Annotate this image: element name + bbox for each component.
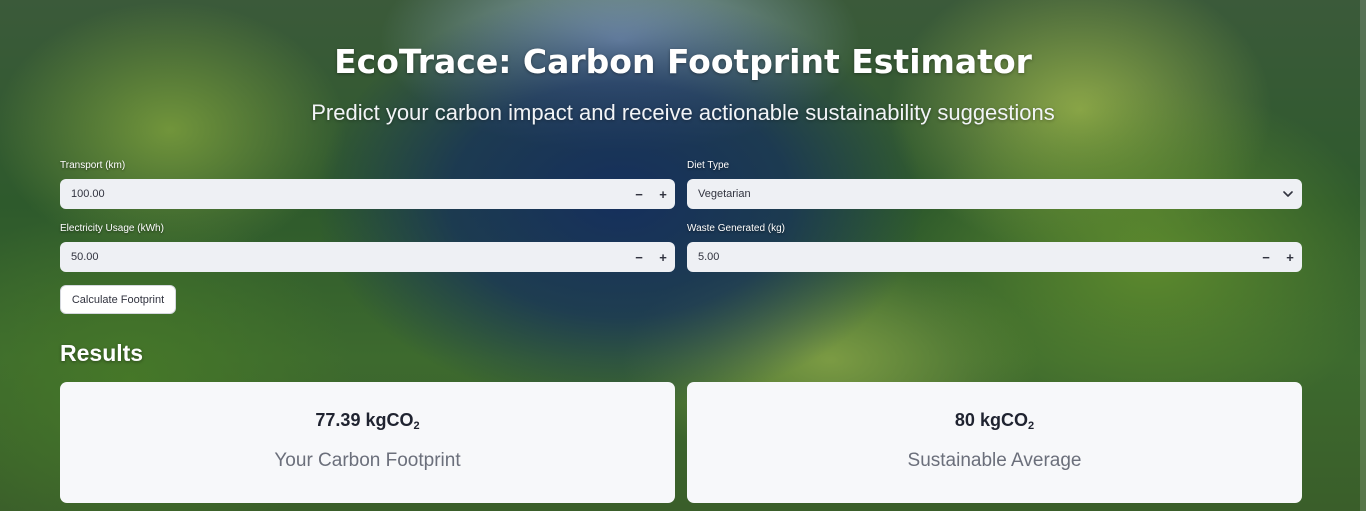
diet-label: Diet Type (687, 160, 730, 171)
waste-label: Waste Generated (kg) (687, 223, 786, 234)
transport-value[interactable]: 100.00 (60, 188, 627, 200)
page-subtitle: Predict your carbon impact and receive a… (311, 100, 1055, 125)
electricity-decrement-button[interactable]: − (627, 242, 651, 272)
calculate-footprint-button[interactable]: Calculate Footprint (60, 285, 176, 314)
waste-increment-button[interactable]: + (1278, 242, 1302, 272)
electricity-value[interactable]: 50.00 (60, 251, 627, 263)
footprint-value-subscript: 2 (413, 420, 420, 432)
footprint-metric-card: 77.39 kgCO2 Your Carbon Footprint (60, 382, 675, 503)
average-value-text: 80 kgCO (954, 410, 1028, 430)
electricity-label: Electricity Usage (kWh) (60, 223, 164, 234)
waste-value[interactable]: 5.00 (687, 251, 1254, 263)
footprint-value: 77.39 kgCO2 (60, 410, 675, 432)
waste-input[interactable]: 5.00 − + (687, 242, 1302, 272)
electricity-increment-button[interactable]: + (651, 242, 675, 272)
transport-decrement-button[interactable]: − (627, 179, 651, 209)
diet-value[interactable]: Vegetarian (687, 188, 1274, 200)
chevron-down-icon[interactable] (1274, 190, 1302, 198)
average-caption: Sustainable Average (907, 450, 1082, 471)
diet-select[interactable]: Vegetarian (687, 179, 1302, 209)
electricity-input[interactable]: 50.00 − + (60, 242, 675, 272)
transport-increment-button[interactable]: + (651, 179, 675, 209)
transport-label: Transport (km) (60, 160, 126, 171)
average-metric-card: 80 kgCO2 Sustainable Average (687, 382, 1302, 503)
transport-input[interactable]: 100.00 − + (60, 179, 675, 209)
average-value: 80 kgCO2 (687, 410, 1302, 432)
footprint-caption: Your Carbon Footprint (274, 450, 461, 471)
waste-decrement-button[interactable]: − (1254, 242, 1278, 272)
footprint-value-text: 77.39 kgCO (315, 410, 414, 430)
results-heading: Results (60, 340, 144, 366)
page-title: EcoTrace: Carbon Footprint Estimator (334, 42, 1032, 81)
average-value-subscript: 2 (1027, 420, 1035, 432)
